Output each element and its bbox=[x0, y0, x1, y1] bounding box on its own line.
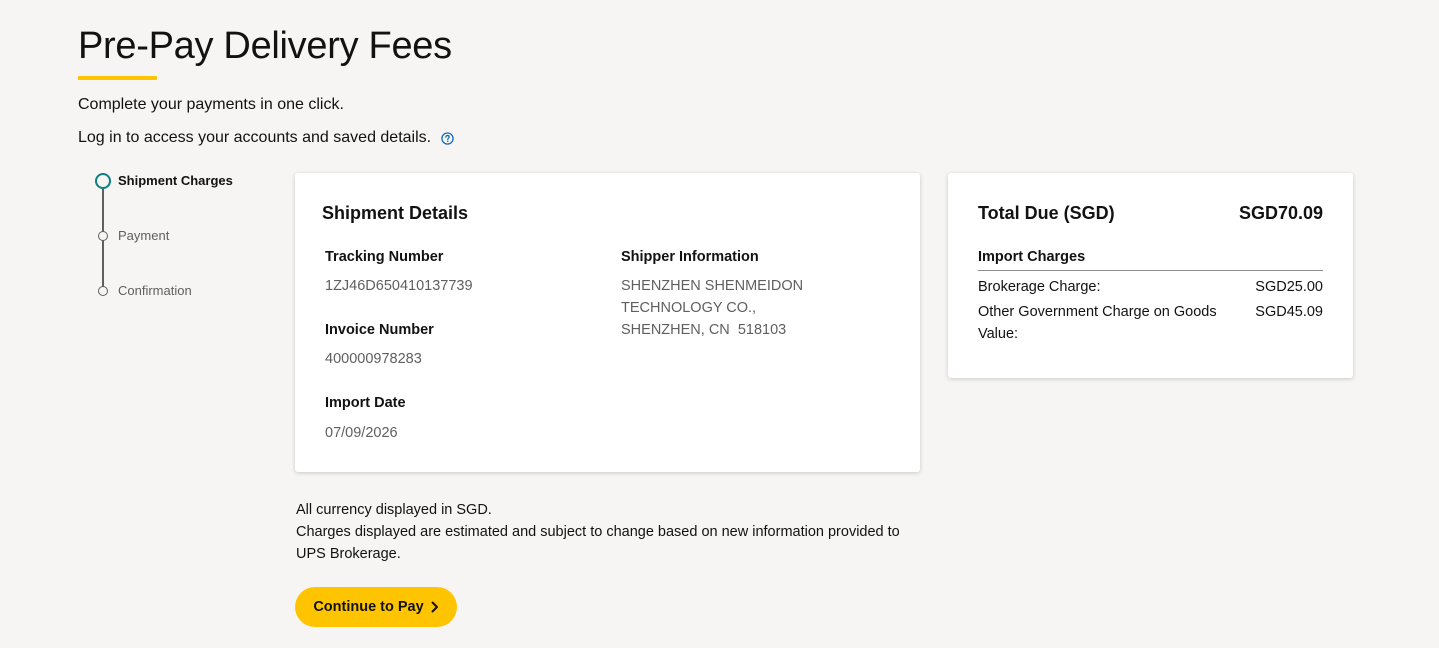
continue-to-pay-label: Continue to Pay bbox=[313, 599, 424, 615]
disclaimer-estimate: Charges displayed are estimated and subj… bbox=[296, 524, 900, 562]
step-label: Confirmation bbox=[118, 283, 192, 298]
step-label: Shipment Charges bbox=[118, 173, 233, 188]
currency-disclaimer: All currency displayed in SGD. Charges d… bbox=[296, 499, 921, 565]
shipper-info-label: Shipper Information bbox=[621, 249, 759, 265]
intro-text: Complete your payments in one click. bbox=[78, 96, 344, 113]
charge-row: Other Government Charge on Goods Value: … bbox=[978, 301, 1323, 345]
step-active-indicator bbox=[95, 173, 111, 189]
total-due-amount: SGD70.09 bbox=[1238, 203, 1323, 223]
charge-row: Brokerage Charge: SGD25.00 bbox=[978, 276, 1323, 298]
login-hint: Log in to access your accounts and saved… bbox=[78, 128, 454, 148]
page-title: Pre-Pay Delivery Fees bbox=[78, 25, 452, 67]
shipment-details-card: Shipment Details Tracking Number 1ZJ46D6… bbox=[295, 173, 920, 472]
invoice-number-value: 400000978283 bbox=[325, 351, 422, 367]
step-confirmation[interactable]: Confirmation bbox=[95, 283, 192, 299]
charge-name: Other Government Charge on Goods Value: bbox=[978, 304, 1217, 342]
login-hint-text: Log in to access your accounts and saved… bbox=[78, 129, 432, 146]
total-due-title: Total Due (SGD) bbox=[978, 203, 1115, 223]
charge-name: Brokerage Charge: bbox=[978, 279, 1101, 295]
chevron-right-icon bbox=[431, 601, 438, 613]
continue-to-pay-button[interactable]: Continue to Pay bbox=[295, 587, 457, 627]
import-date-label: Import Date bbox=[325, 395, 406, 411]
total-due-card: Total Due (SGD) SGD70.09 Import Charges … bbox=[948, 173, 1353, 378]
tracking-number-value: 1ZJ46D650410137739 bbox=[325, 278, 473, 294]
shipper-line: SHENZHEN, CN 518103 bbox=[621, 322, 787, 338]
step-label: Payment bbox=[118, 228, 170, 243]
shipper-line: TECHNOLOGY CO., bbox=[621, 300, 757, 316]
title-underline bbox=[78, 76, 157, 80]
import-date-value: 07/09/2026 bbox=[325, 425, 398, 441]
import-charges-heading: Import Charges bbox=[978, 249, 1086, 265]
shipment-details-title: Shipment Details bbox=[322, 203, 469, 223]
charge-amount: SGD45.09 bbox=[1255, 304, 1323, 320]
tracking-number-label: Tracking Number bbox=[325, 249, 444, 265]
question-circle-icon[interactable] bbox=[441, 131, 454, 145]
step-shipment-charges[interactable]: Shipment Charges bbox=[95, 173, 233, 189]
step-payment[interactable]: Payment bbox=[95, 228, 169, 244]
invoice-number-label: Invoice Number bbox=[325, 322, 434, 338]
shipper-line: SHENZHEN SHENMEIDON bbox=[621, 278, 804, 294]
charges-divider bbox=[978, 270, 1323, 271]
disclaimer-currency: All currency displayed in SGD. bbox=[296, 502, 492, 518]
step-inactive-indicator bbox=[98, 231, 108, 241]
charge-amount: SGD25.00 bbox=[1255, 279, 1323, 295]
shipper-info-value: SHENZHEN SHENMEIDON TECHNOLOGY CO., SHEN… bbox=[621, 275, 803, 341]
progress-stepper: Shipment Charges Payment Confirmation bbox=[95, 172, 275, 302]
step-inactive-indicator bbox=[98, 286, 108, 296]
